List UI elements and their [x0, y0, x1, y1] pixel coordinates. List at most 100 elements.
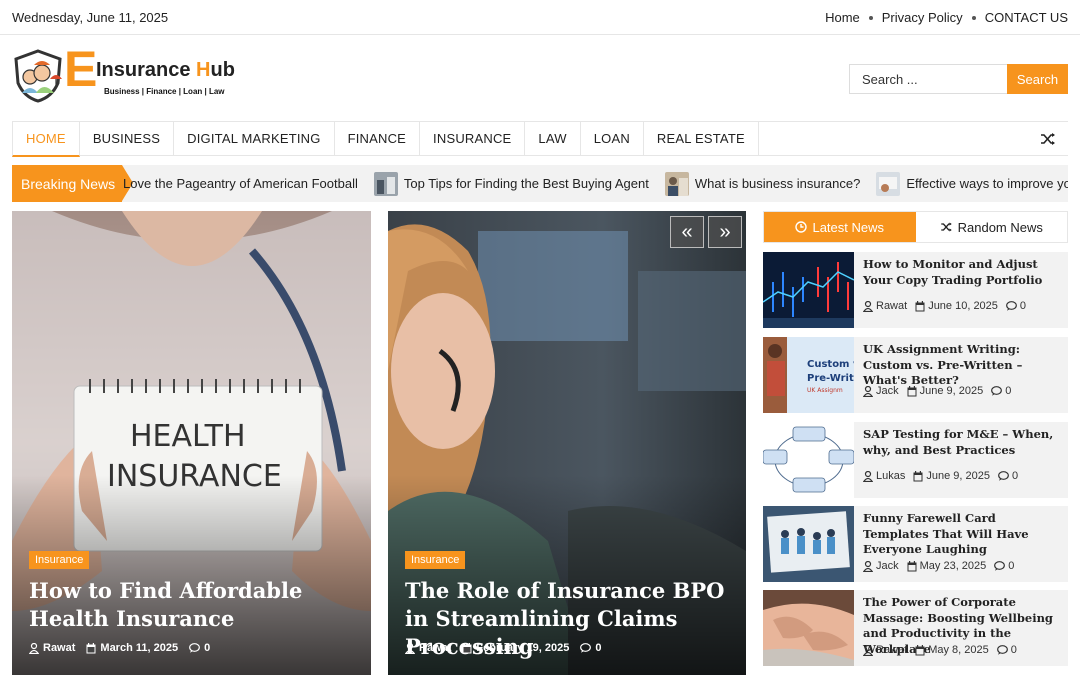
post-comments[interactable]: 0 — [189, 642, 210, 654]
logo-brand-h: H — [196, 59, 211, 81]
site-logo[interactable]: E Insurance Hub Business | Finance | Loa… — [12, 41, 242, 105]
post-date[interactable]: February 19, 2025 — [462, 642, 569, 654]
search-form: Search — [849, 64, 1068, 94]
tab-latest-news[interactable]: Latest News — [764, 212, 916, 242]
featured-post-card[interactable]: HEALTH INSURANCE Insurance How to Find A… — [12, 211, 371, 675]
ticker-item-title: Love the Pageantry of American Football — [123, 176, 358, 191]
user-icon — [863, 385, 873, 397]
ticker-item[interactable]: Effective ways to improve your business! — [876, 171, 1068, 196]
sidebar-news-item[interactable]: Funny Farewell Card Templates That Will … — [763, 506, 1068, 582]
user-icon — [863, 644, 873, 656]
user-icon — [863, 300, 873, 312]
logo-shield-icon — [14, 49, 62, 103]
thumbnail-text: UK Assignm — [807, 387, 843, 394]
tab-random-news[interactable]: Random News — [916, 212, 1068, 242]
nav-item-insurance[interactable]: INSURANCE — [420, 122, 526, 155]
news-date-text: May 8, 2025 — [928, 644, 989, 656]
search-input[interactable] — [849, 64, 1007, 94]
ticker-thumbnail — [876, 171, 901, 196]
user-icon — [863, 470, 873, 482]
news-comments[interactable]: 0 — [996, 644, 1017, 656]
post-comments[interactable]: 0 — [580, 642, 601, 654]
news-author[interactable]: Rawat — [863, 300, 907, 312]
category-badge[interactable]: Insurance — [405, 551, 466, 569]
calendar-icon — [462, 642, 472, 653]
comment-icon — [580, 643, 592, 653]
slider-next-button[interactable]: » — [708, 216, 742, 248]
slider-prev-button[interactable]: « — [670, 216, 704, 248]
news-meta: Rawat June 10, 2025 0 — [863, 300, 1034, 312]
news-date[interactable]: June 10, 2025 — [915, 300, 998, 312]
top-bar: Wednesday, June 11, 2025 Home Privacy Po… — [0, 0, 1080, 35]
news-comments[interactable]: 0 — [991, 385, 1011, 397]
top-links: Home Privacy Policy CONTACT US — [825, 10, 1068, 25]
news-author[interactable]: Rawat — [863, 644, 907, 656]
nav-item-law[interactable]: LAW — [525, 122, 581, 155]
ticker-item[interactable]: Love the Pageantry of American Football — [123, 176, 358, 191]
news-title[interactable]: Funny Farewell Card Templates That Will … — [863, 511, 1063, 558]
news-author[interactable]: Jack — [863, 385, 899, 397]
calendar-icon — [907, 560, 917, 571]
post-author[interactable]: Rawat — [29, 642, 75, 654]
sidebar-news-item[interactable]: SAP Testing for M&E – When, why, and Bes… — [763, 422, 1068, 498]
featured-post-title[interactable]: How to Find Affordable Health Insurance — [29, 577, 359, 633]
top-link-home[interactable]: Home — [825, 10, 860, 25]
news-comments[interactable]: 0 — [1006, 300, 1026, 312]
sidebar-news-item[interactable]: How to Monitor and Adjust Your Copy Trad… — [763, 252, 1068, 328]
post-meta: Rawat March 11, 2025 0 — [29, 642, 221, 654]
news-author-name: Rawat — [876, 644, 908, 656]
news-author[interactable]: Lukas — [863, 470, 905, 482]
shuffle-icon — [940, 222, 952, 232]
news-date[interactable]: May 8, 2025 — [915, 644, 989, 656]
news-date[interactable]: June 9, 2025 — [907, 385, 984, 397]
news-thumbnail — [763, 422, 854, 498]
post-date[interactable]: March 11, 2025 — [86, 642, 178, 654]
comment-icon — [994, 561, 1006, 571]
nav-item-finance[interactable]: FINANCE — [335, 122, 421, 155]
post-author-name: Rawat — [419, 642, 452, 654]
category-badge[interactable]: Insurance — [29, 551, 90, 569]
news-title[interactable]: SAP Testing for M&E – When, why, and Bes… — [863, 427, 1063, 458]
ticker-thumbnail — [373, 171, 398, 196]
logo-tagline: Business | Finance | Loan | Law — [104, 87, 225, 96]
top-link-contact-us[interactable]: CONTACT US — [985, 10, 1068, 25]
search-button[interactable]: Search — [1007, 64, 1068, 94]
post-author[interactable]: Rawat — [405, 642, 451, 654]
shuffle-icon[interactable] — [1040, 131, 1056, 147]
ticker-item[interactable]: Top Tips for Finding the Best Buying Age… — [373, 171, 649, 196]
news-author[interactable]: Jack — [863, 560, 899, 572]
tab-label: Random News — [957, 219, 1043, 235]
news-author-name: Jack — [876, 560, 899, 572]
news-date-text: June 9, 2025 — [919, 385, 984, 397]
news-comment-count: 0 — [1008, 560, 1015, 572]
nav-item-loan[interactable]: LOAN — [581, 122, 644, 155]
post-date-text: February 19, 2025 — [476, 642, 570, 654]
news-comments[interactable]: 0 — [994, 560, 1014, 572]
news-date-text: June 9, 2025 — [926, 470, 990, 482]
featured-post-card[interactable]: Insurance The Role of Insurance BPO in S… — [388, 211, 746, 675]
news-title[interactable]: UK Assignment Writing: Custom vs. Pre-Wr… — [863, 342, 1063, 389]
news-title[interactable]: How to Monitor and Adjust Your Copy Trad… — [863, 257, 1063, 288]
thumbnail-text: Custom v — [807, 359, 854, 370]
nav-item-real-estate[interactable]: REAL ESTATE — [644, 122, 759, 155]
post-date-text: March 11, 2025 — [100, 642, 179, 654]
news-date[interactable]: June 9, 2025 — [913, 470, 990, 482]
ticker-item[interactable]: What is business insurance? — [664, 171, 860, 196]
logo-letter-e: E — [64, 41, 98, 97]
user-icon — [405, 642, 415, 654]
nav-item-digital-marketing[interactable]: DIGITAL MARKETING — [174, 122, 335, 155]
logo-brand-part: ub — [210, 59, 235, 81]
sidebar-news-item[interactable]: The Power of Corporate Massage: Boosting… — [763, 590, 1068, 666]
separator-dot — [971, 15, 976, 20]
nav-item-business[interactable]: BUSINESS — [80, 122, 175, 155]
comment-icon — [996, 645, 1008, 655]
news-date-text: May 23, 2025 — [919, 560, 987, 572]
post-comment-count: 0 — [204, 642, 211, 654]
news-comments[interactable]: 0 — [998, 470, 1018, 482]
news-comment-count: 0 — [1019, 300, 1027, 312]
news-date[interactable]: May 23, 2025 — [907, 560, 987, 572]
nav-item-home[interactable]: HOME — [12, 122, 80, 157]
top-link-privacy-policy[interactable]: Privacy Policy — [882, 10, 963, 25]
sidebar-news-item[interactable]: Custom v Pre-Writ UK Assignm UK Assignme… — [763, 337, 1068, 413]
separator-dot — [868, 15, 873, 20]
